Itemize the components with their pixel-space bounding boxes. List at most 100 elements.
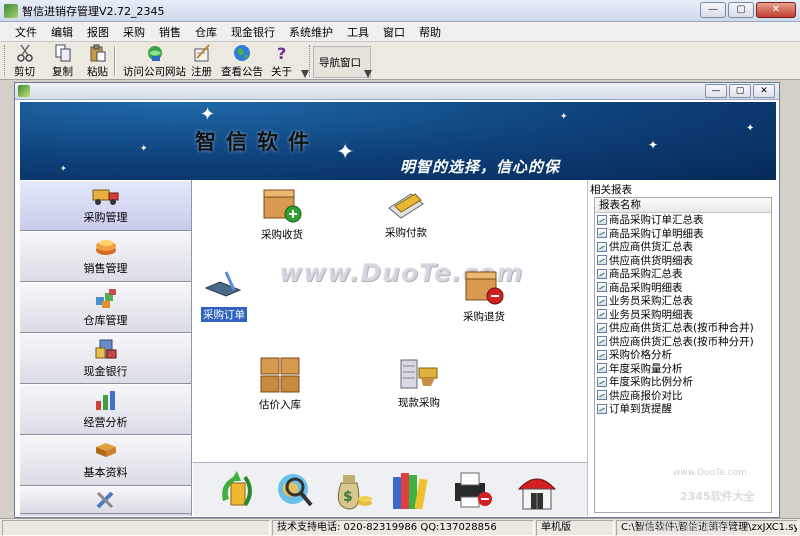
menu-help[interactable]: 帮助 [412, 24, 448, 40]
payment-card-icon [388, 193, 424, 219]
menu-bar: 文件 编辑 报图 采购 销售 仓库 现金银行 系统维护 工具 窗口 帮助 [0, 22, 800, 42]
report-icon [597, 349, 607, 360]
report-icon [597, 282, 607, 293]
list-item[interactable]: 年度采购比例分析 [595, 375, 771, 389]
menu-tools[interactable]: 工具 [340, 24, 376, 40]
function-canvas: www.DuoTe.com 采购收货 采购付款 采购订单 采购退货 估价入库 现… [193, 180, 587, 516]
navigator-child-window: — ▢ ✕ ✦ ✦ ✦ ✦ ✦ ✦ ✦ 智信软件 明智的选择，信心的保 采购管理… [14, 82, 780, 518]
app-icon [4, 3, 18, 18]
nav-sales-management[interactable]: 销售管理 [20, 231, 191, 282]
menu-cash-bank[interactable]: 现金银行 [224, 24, 282, 40]
toolbar-overflow-icon[interactable] [301, 70, 309, 78]
cash-purchase-function[interactable]: 现款采购 [397, 354, 441, 410]
toolbar: 剪切 复制 粘贴 访问公司网站 注册 查看公告 ? 关于 导航窗口 [0, 42, 800, 80]
order-pen-icon [204, 271, 242, 297]
menu-purchase[interactable]: 采购 [116, 24, 152, 40]
shortcut-strip: $ [193, 462, 587, 516]
svg-text:$: $ [343, 489, 353, 505]
money-bag-icon[interactable]: $ [331, 467, 375, 513]
list-item[interactable]: 订单到货提醒 [595, 402, 771, 416]
nav-business-analysis[interactable]: 经营分析 [20, 384, 191, 435]
list-item[interactable]: 商品采购订单明细表 [595, 227, 771, 241]
about-button[interactable]: ? 关于 [271, 44, 292, 79]
list-item[interactable]: 年度采购量分析 [595, 362, 771, 376]
menu-window[interactable]: 窗口 [376, 24, 412, 40]
menu-sales[interactable]: 销售 [152, 24, 188, 40]
related-reports-panel: 相关报表 报表名称 商品采购订单汇总表 商品采购订单明细表 供应商供货汇总表 供… [587, 180, 776, 516]
nav-system-tools[interactable] [20, 486, 191, 514]
list-item[interactable]: 供应商供货明细表 [595, 254, 771, 268]
printer-icon[interactable] [451, 467, 495, 513]
child-title-bar: — ▢ ✕ [15, 83, 779, 100]
money-cycle-icon[interactable] [215, 467, 259, 513]
child-close-button[interactable]: ✕ [753, 84, 775, 98]
nav-window-toolbar[interactable]: 导航窗口 [313, 46, 371, 78]
nav-cash-bank[interactable]: 现金银行 [20, 333, 191, 384]
paste-button[interactable]: 粘贴 [87, 44, 108, 79]
menu-report[interactable]: 报图 [80, 24, 116, 40]
visit-website-button[interactable]: 访问公司网站 [123, 44, 186, 79]
books-icon[interactable] [389, 467, 433, 513]
tools-icon [96, 491, 113, 509]
child-minimize-button[interactable]: — [705, 84, 727, 98]
window-title: 智信进销存管理V2.72_2345 [22, 4, 165, 18]
list-item[interactable]: 商品采购订单汇总表 [595, 213, 771, 227]
crates-icon [260, 357, 300, 393]
truck-icon [92, 189, 118, 205]
menu-warehouse[interactable]: 仓库 [188, 24, 224, 40]
exit-house-icon[interactable] [515, 467, 559, 513]
title-bar: 智信进销存管理V2.72_2345 — ▢ ✕ [0, 0, 800, 22]
status-cell-empty [2, 520, 270, 536]
list-item[interactable]: 业务员采购明细表 [595, 308, 771, 322]
purchase-receipt-function[interactable]: 采购收货 [261, 184, 303, 242]
sparkle-icon: ✦ [336, 140, 355, 165]
menu-edit[interactable]: 编辑 [44, 24, 80, 40]
report-icon [597, 336, 607, 347]
help-icon: ? [273, 44, 291, 62]
nav-warehouse-management[interactable]: 仓库管理 [20, 282, 191, 333]
estimate-stock-in-function[interactable]: 估价入库 [259, 354, 301, 412]
nav-purchase-management[interactable]: 采购管理 [20, 180, 191, 231]
purchase-order-function[interactable]: 采购订单 [201, 270, 247, 322]
report-icon [597, 241, 607, 252]
list-item[interactable]: 供应商供货汇总表 [595, 240, 771, 254]
reports-column-header[interactable]: 报表名称 [595, 198, 771, 213]
menu-system[interactable]: 系统维护 [282, 24, 340, 40]
search-globe-icon[interactable] [273, 467, 317, 513]
maximize-button[interactable]: ▢ [728, 2, 754, 18]
view-notice-button[interactable]: 查看公告 [221, 44, 263, 79]
warehouse-icon [95, 289, 116, 308]
cash-bank-icon [95, 339, 116, 359]
nav-basic-data[interactable]: 基本资料 [20, 435, 191, 486]
status-watermark: 国内最安全的软件站 [640, 521, 735, 533]
minimize-button[interactable]: — [700, 2, 726, 18]
report-icon [597, 322, 607, 333]
list-item[interactable]: 商品采购汇总表 [595, 267, 771, 281]
copy-button[interactable]: 复制 [52, 44, 73, 79]
watermark-logo: 2345软件大全 [680, 490, 755, 503]
purchase-return-function[interactable]: 采购退货 [463, 266, 505, 324]
child-maximize-button[interactable]: ▢ [729, 84, 751, 98]
list-item[interactable]: 供应商报价对比 [595, 389, 771, 403]
status-bar: 技术支持电话: 020-82319986 QQ:137028856 单机版 C:… [0, 518, 800, 536]
paste-icon [89, 44, 107, 62]
purchase-payment-function[interactable]: 采购付款 [385, 188, 427, 240]
report-icon [597, 214, 607, 225]
register-button[interactable]: 注册 [191, 44, 212, 79]
watermark-site: www.DuoTe.com [673, 468, 747, 478]
sparkle-icon: ✦ [200, 104, 216, 125]
sales-icon [95, 240, 116, 255]
list-item[interactable]: 业务员采购汇总表 [595, 294, 771, 308]
toolbar-grip[interactable] [4, 45, 7, 77]
reports-list[interactable]: 报表名称 商品采购订单汇总表 商品采购订单明细表 供应商供货汇总表 供应商供货明… [594, 197, 772, 513]
list-item[interactable]: 商品采购明细表 [595, 281, 771, 295]
list-item[interactable]: 采购价格分析 [595, 348, 771, 362]
report-icon [597, 390, 607, 401]
cut-button[interactable]: 剪切 [14, 44, 35, 79]
banner-title: 智信软件 [195, 129, 319, 154]
list-item[interactable]: 供应商供货汇总表(按币种合并) [595, 321, 771, 335]
report-icon [597, 228, 607, 239]
close-button[interactable]: ✕ [756, 2, 796, 18]
list-item[interactable]: 供应商供货汇总表(按币种分开) [595, 335, 771, 349]
menu-file[interactable]: 文件 [8, 24, 44, 40]
